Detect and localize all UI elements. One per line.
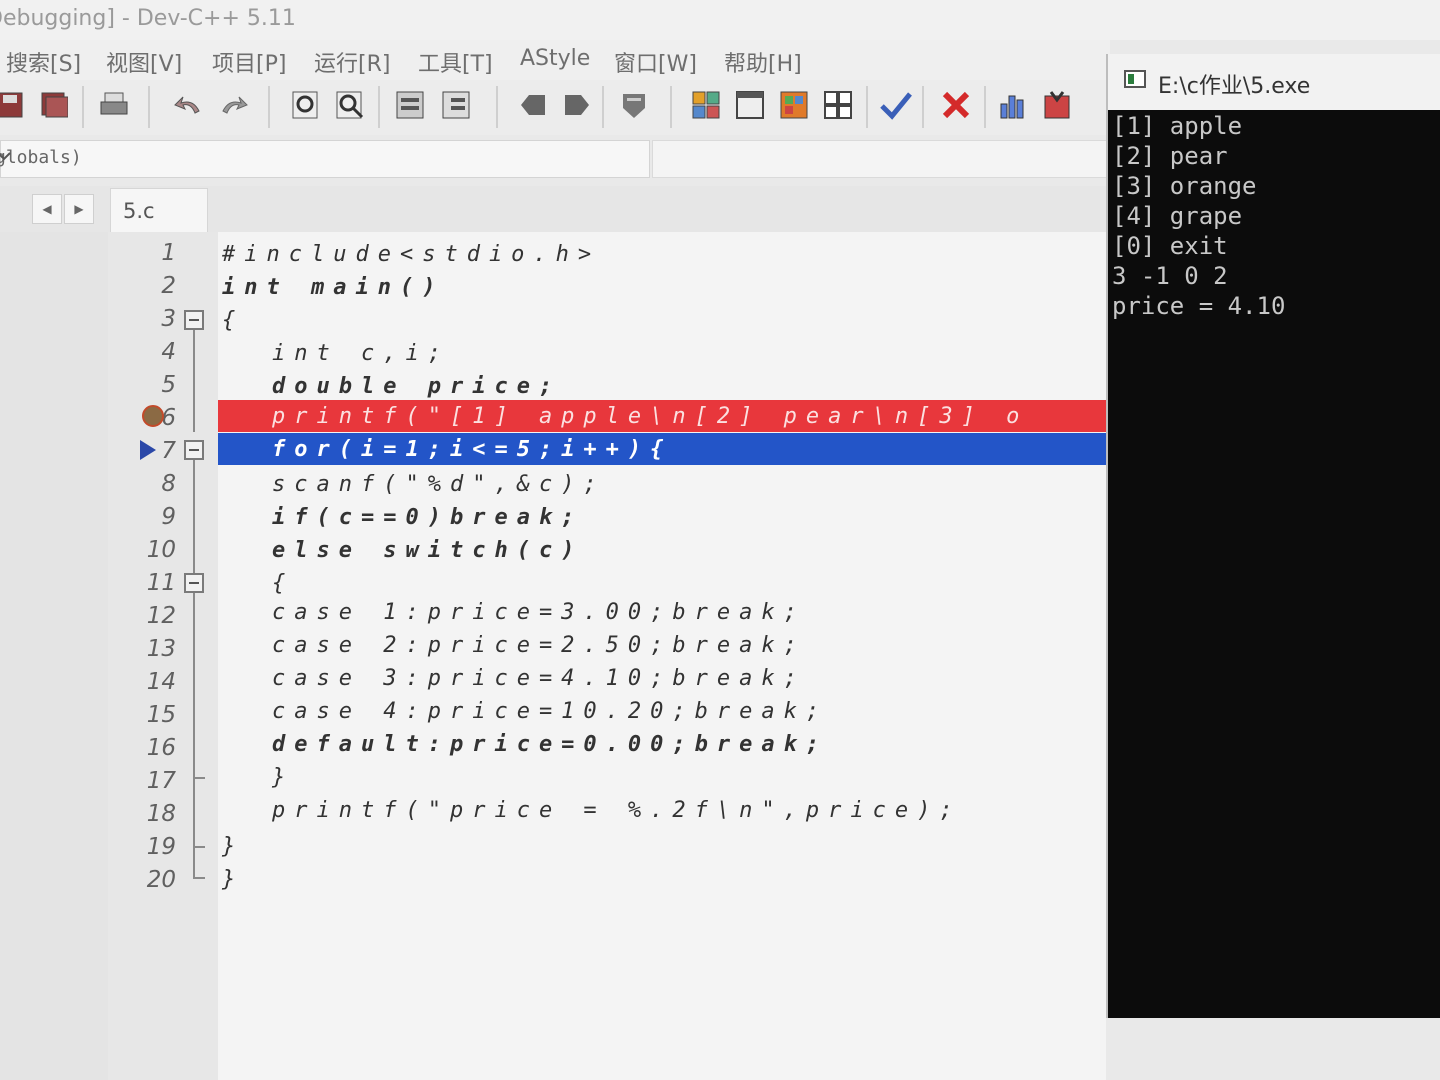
tab-scroll-left-icon[interactable]: ◀: [32, 194, 62, 224]
line-number: 19: [146, 834, 176, 860]
code-line: case 3:price=4.10;break;: [272, 666, 806, 691]
menu-search[interactable]: 搜索[S]: [6, 46, 81, 78]
code-line: #include<stdio.h>: [222, 242, 601, 267]
find-icon[interactable]: [290, 88, 322, 122]
chart-icon[interactable]: [998, 88, 1030, 122]
line-number: 17: [146, 768, 176, 794]
line-number: 12: [146, 603, 176, 629]
line-number: 10: [146, 537, 176, 563]
compile-icon[interactable]: [778, 88, 810, 122]
execution-arrow-icon: [140, 440, 156, 460]
line-number: 2: [161, 273, 176, 299]
line-number: 11: [146, 570, 176, 596]
new-project-icon[interactable]: [690, 88, 722, 122]
code-line: case 1:price=3.00;break;: [272, 600, 806, 625]
print-icon[interactable]: [98, 88, 130, 122]
toolbar: [0, 80, 1110, 135]
window-title: Debugging] - Dev-C++ 5.11: [0, 6, 296, 31]
replace-icon[interactable]: [334, 88, 366, 122]
desktop-background: [1106, 1018, 1440, 1080]
console-line: [0] exit: [1112, 232, 1228, 260]
menu-tools[interactable]: 工具[T]: [418, 46, 493, 78]
line-number: 1: [161, 240, 176, 266]
code-line: }: [222, 867, 245, 892]
line-number: 8: [161, 471, 176, 497]
code-line: else switch(c): [272, 538, 584, 563]
chevron-down-icon: [0, 147, 641, 170]
code-line: }: [222, 834, 245, 859]
menu-view[interactable]: 视图[V]: [106, 46, 182, 78]
console-window[interactable]: E:\c作业\5.exe [1] apple [2] pear [3] oran…: [1106, 54, 1440, 1018]
line-number: 5: [161, 372, 176, 398]
breakpoint-icon[interactable]: [142, 405, 164, 427]
code-line-breakpoint: printf("[1] apple\n[2] pear\n[3] o: [272, 404, 1029, 429]
bookmark-next-icon[interactable]: [560, 88, 592, 122]
code-line: if(c==0)break;: [272, 505, 584, 530]
menu-bar: 搜索[S] 视图[V] 项目[P] 运行[R] 工具[T] AStyle 窗口[…: [0, 40, 1110, 80]
console-title: E:\c作业\5.exe: [1158, 74, 1311, 99]
console-line: [2] pear: [1112, 142, 1228, 170]
scope-selector[interactable]: globals): [0, 140, 650, 178]
code-line: printf("price = %.2f\n",price);: [272, 798, 962, 823]
code-line: default:price=0.00;break;: [272, 732, 829, 757]
fold-toggle-icon[interactable]: [184, 310, 204, 330]
console-app-icon: [1124, 70, 1146, 88]
menu-help[interactable]: 帮助[H]: [724, 46, 802, 78]
function-selector[interactable]: [652, 140, 1114, 178]
grid-icon[interactable]: [822, 88, 854, 122]
check-icon[interactable]: [880, 88, 912, 122]
code-line: {: [272, 571, 295, 596]
code-line-current: for(i=1;i<=5;i++){: [272, 437, 673, 462]
code-line: case 4:price=10.20;break;: [272, 699, 829, 724]
code-line: {: [222, 308, 245, 333]
save-icon[interactable]: [0, 88, 26, 122]
console-line: [1] apple: [1112, 112, 1243, 140]
console-line: price = 4.10: [1112, 292, 1286, 320]
menu-astyle[interactable]: AStyle: [520, 46, 590, 71]
line-number: 15: [146, 702, 176, 728]
redo-icon[interactable]: [218, 88, 250, 122]
undo-icon[interactable]: [172, 88, 204, 122]
code-line: }: [272, 765, 295, 790]
save-all-icon[interactable]: [38, 88, 70, 122]
window-icon[interactable]: [734, 88, 766, 122]
tab-scroll-right-icon[interactable]: ▶: [64, 194, 94, 224]
code-line: int c,i;: [272, 341, 450, 366]
indent-icon[interactable]: [394, 88, 426, 122]
menu-project[interactable]: 项目[P]: [212, 46, 286, 78]
console-line: [4] grape: [1112, 202, 1243, 230]
line-number: 3: [161, 306, 176, 332]
line-number: 9: [161, 504, 176, 530]
bookmark-prev-icon[interactable]: [518, 88, 550, 122]
close-x-icon[interactable]: [940, 88, 972, 122]
console-title-bar: E:\c作业\5.exe: [1108, 54, 1440, 110]
code-line: double price;: [272, 374, 562, 399]
line-number: 16: [146, 735, 176, 761]
editor-tabstrip: ◀ ▶ 5.c: [0, 186, 1110, 233]
project-panel: [0, 232, 108, 1080]
line-number: 18: [146, 801, 176, 827]
code-line: case 2:price=2.50;break;: [272, 633, 806, 658]
code-line: scanf("%d",&c);: [272, 472, 606, 497]
fold-toggle-icon[interactable]: [184, 573, 204, 593]
line-number: 14: [146, 669, 176, 695]
menu-run[interactable]: 运行[R]: [314, 46, 390, 78]
line-number: 13: [146, 636, 176, 662]
line-number: 20: [146, 867, 176, 893]
console-line: 3 -1 0 2: [1112, 262, 1228, 290]
unindent-icon[interactable]: [440, 88, 472, 122]
code-line: int main(): [222, 275, 445, 300]
fold-toggle-icon[interactable]: [184, 440, 204, 460]
line-number: 4: [161, 339, 176, 365]
goto-icon[interactable]: [618, 88, 650, 122]
console-line: [3] orange: [1112, 172, 1257, 200]
tab-file-label: 5.c: [123, 199, 155, 223]
tab-file[interactable]: 5.c: [110, 188, 208, 233]
menu-window[interactable]: 窗口[W]: [614, 46, 697, 78]
title-bar: Debugging] - Dev-C++ 5.11: [0, 0, 1440, 40]
dev-cpp-window: Debugging] - Dev-C++ 5.11 搜索[S] 视图[V] 项目…: [0, 0, 1440, 1080]
debug-icon[interactable]: [1042, 88, 1074, 122]
